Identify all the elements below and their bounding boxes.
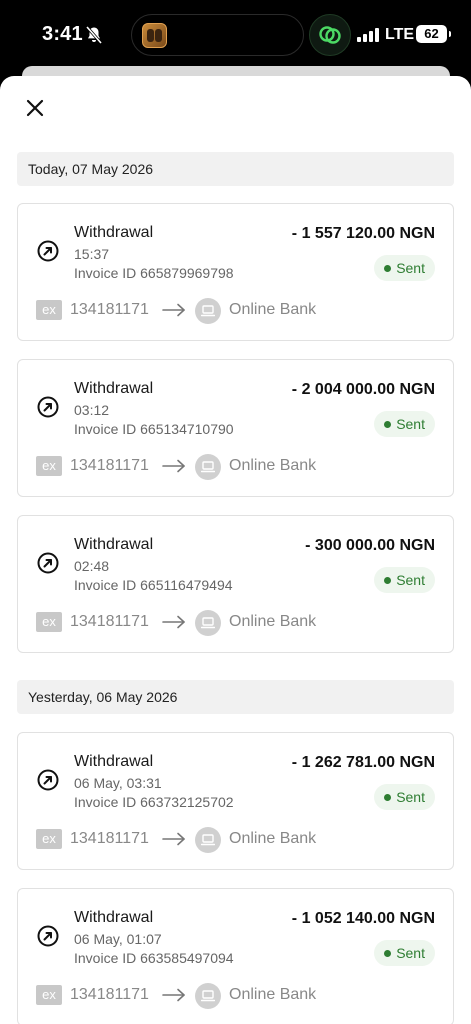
date-group-header: Yesterday, 06 May 2026 [17, 680, 454, 714]
source-account: 134181171 [70, 830, 149, 847]
invoice-id: Invoice ID 663732125702 [74, 794, 234, 810]
transaction-time: 02:48 [74, 558, 110, 574]
transaction-amount: - 300 000.00 NGN [305, 537, 435, 554]
withdrawal-arrow-icon [37, 552, 59, 574]
destination-account: Online Bank [229, 301, 317, 318]
status-bar: 3:41 LTE 62 [0, 0, 471, 68]
transaction-time: 06 May, 03:31 [74, 775, 162, 791]
bell-off-icon [86, 26, 102, 44]
exchange-logo: ex [36, 985, 62, 1005]
transaction-time: 03:12 [74, 402, 110, 418]
invoice-id: Invoice ID 665116479494 [74, 577, 233, 593]
exchange-logo: ex [36, 300, 62, 320]
laptop-icon [195, 983, 221, 1009]
invoice-id: Invoice ID 665134710790 [74, 421, 234, 437]
source-account: 134181171 [70, 986, 149, 1003]
arrow-right-icon [162, 303, 185, 317]
transaction-amount: - 1 052 140.00 NGN [291, 910, 435, 927]
transaction-time: 15:37 [74, 246, 110, 262]
transactions-sheet: Today, 07 May 2026 Withdrawal 15:37 Invo… [0, 76, 471, 1024]
arrow-right-icon [162, 459, 185, 473]
transaction-time: 06 May, 01:07 [74, 931, 162, 947]
transaction-type: Withdrawal [74, 536, 154, 553]
app-thumbnail-icon [142, 23, 167, 48]
status-badge: Sent [374, 784, 435, 810]
destination-account: Online Bank [229, 986, 317, 1003]
laptop-icon [195, 610, 221, 636]
source-account: 134181171 [70, 301, 149, 318]
transaction-card[interactable]: Withdrawal 06 May, 03:31 Invoice ID 6637… [17, 732, 454, 870]
withdrawal-arrow-icon [37, 769, 59, 791]
status-badge: Sent [374, 255, 435, 281]
arrow-right-icon [162, 988, 185, 1002]
laptop-icon [195, 454, 221, 480]
exchange-logo: ex [36, 829, 62, 849]
invoice-id: Invoice ID 663585497094 [74, 950, 234, 966]
transaction-type: Withdrawal [74, 224, 154, 241]
transaction-type: Withdrawal [74, 753, 154, 770]
status-badge: Sent [374, 567, 435, 593]
source-account: 134181171 [70, 613, 149, 630]
status-badge: Sent [374, 411, 435, 437]
exchange-logo: ex [36, 612, 62, 632]
destination-account: Online Bank [229, 457, 317, 474]
close-icon[interactable] [22, 95, 48, 121]
withdrawal-arrow-icon [37, 396, 59, 418]
arrow-right-icon [162, 615, 185, 629]
exchange-logo: ex [36, 456, 62, 476]
link-rings-icon [318, 25, 341, 44]
transaction-amount: - 1 262 781.00 NGN [291, 754, 435, 771]
transaction-card[interactable]: Withdrawal 02:48 Invoice ID 665116479494… [17, 515, 454, 653]
laptop-icon [195, 298, 221, 324]
transaction-card[interactable]: Withdrawal 06 May, 01:07 Invoice ID 6635… [17, 888, 454, 1024]
transaction-type: Withdrawal [74, 380, 154, 397]
date-group-header: Today, 07 May 2026 [17, 152, 454, 186]
activity-indicator[interactable] [309, 14, 351, 56]
transaction-card[interactable]: Withdrawal 15:37 Invoice ID 665879969798… [17, 203, 454, 341]
network-label: LTE [385, 26, 415, 43]
dynamic-island[interactable] [131, 14, 304, 56]
source-account: 134181171 [70, 457, 149, 474]
laptop-icon [195, 827, 221, 853]
arrow-right-icon [162, 832, 185, 846]
transaction-card[interactable]: Withdrawal 03:12 Invoice ID 665134710790… [17, 359, 454, 497]
transaction-amount: - 2 004 000.00 NGN [291, 381, 435, 398]
destination-account: Online Bank [229, 613, 317, 630]
cellular-signal-icon [357, 28, 379, 42]
transaction-amount: - 1 557 120.00 NGN [291, 225, 435, 242]
status-time: 3:41 [42, 23, 83, 45]
transaction-type: Withdrawal [74, 909, 154, 926]
withdrawal-arrow-icon [37, 925, 59, 947]
invoice-id: Invoice ID 665879969798 [74, 265, 234, 281]
battery-indicator: 62 [416, 25, 451, 43]
status-badge: Sent [374, 940, 435, 966]
withdrawal-arrow-icon [37, 240, 59, 262]
destination-account: Online Bank [229, 830, 317, 847]
